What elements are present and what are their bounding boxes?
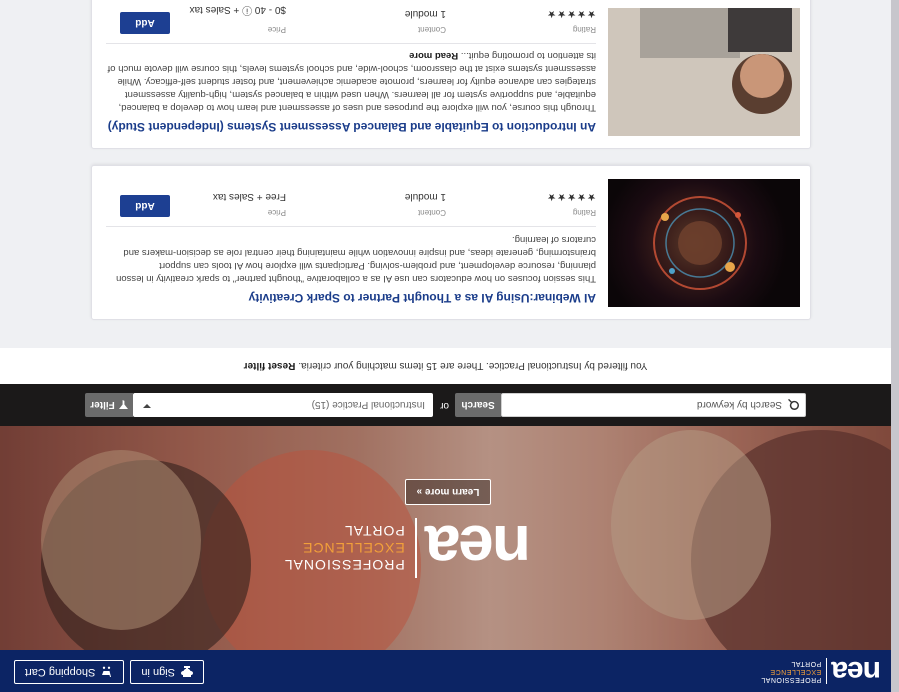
course-image (653, 196, 747, 290)
course-description-text: This session focuses on how educators ca… (116, 234, 596, 284)
brand-line-2: EXCELLENCE (770, 668, 822, 675)
page-root: nea PROFESSIONAL EXCELLENCE PORTAL Sign … (0, 0, 899, 692)
hero-line-1: PROFESSIONAL (283, 557, 405, 574)
filter-notice-text: You filtered by Instructional Practice. … (298, 360, 648, 372)
price-label: Price (267, 25, 286, 34)
course-content: Content 1 module (405, 191, 446, 218)
brand-divider (826, 658, 828, 684)
learn-more-button[interactable]: Learn more » (405, 479, 491, 505)
course-meta: Rating ★★★★★ Content 1 module Price Free… (106, 187, 596, 227)
course-content: Content 1 module (405, 8, 446, 35)
brand-logo[interactable]: nea PROFESSIONAL EXCELLENCE PORTAL (761, 655, 881, 688)
brand-words: PROFESSIONAL EXCELLENCE PORTAL (761, 659, 821, 683)
top-nav-buttons: Sign in Shopping Cart (14, 660, 204, 684)
brand-nea-text: nea (832, 655, 881, 688)
hero-words: PROFESSIONAL EXCELLENCE PORTAL (284, 523, 405, 574)
hero-banner: nea PROFESSIONAL EXCELLENCE PORTAL Learn… (0, 426, 891, 650)
filter-label: Filter (90, 399, 115, 411)
add-to-cart-button[interactable]: Add (120, 195, 170, 217)
course-list: AI Webinar:Using AI as a Thought Partner… (0, 0, 891, 348)
course-title[interactable]: AI Webinar:Using AI as a Thought Partner… (249, 291, 596, 305)
brand-line-1: PROFESSIONAL (760, 676, 822, 683)
hero-line-3: PORTAL (343, 523, 405, 540)
sign-in-label: Sign in (141, 666, 175, 678)
sign-in-button[interactable]: Sign in (130, 660, 204, 684)
hero-logo: nea PROFESSIONAL EXCELLENCE PORTAL (284, 512, 531, 584)
hero-nea-text: nea (426, 512, 531, 584)
content-label: Content (417, 208, 446, 217)
search-bar: Search by keyword Search or Instructiona… (0, 384, 891, 426)
course-description-text: Through this course, you will explore th… (107, 50, 596, 113)
read-more-link[interactable]: Read more (409, 50, 458, 61)
price-value: Free + Sales tax (212, 191, 286, 202)
filter-icon (118, 400, 128, 410)
course-thumbnail[interactable] (608, 179, 800, 307)
category-selected-value: Instructional Practice (15) (311, 399, 425, 411)
shopping-cart-button[interactable]: Shopping Cart (14, 660, 125, 684)
course-meta: Rating ★★★★★ Content 1 module Price $0 -… (106, 4, 596, 44)
hero-line-2: EXCELLENCE (302, 540, 405, 557)
cart-icon (102, 666, 114, 677)
chevron-down-icon (143, 404, 151, 408)
window-side-strip (891, 0, 899, 692)
rating-stars: ★★★★★ (546, 8, 596, 19)
rating-label: Rating (572, 208, 596, 217)
search-button[interactable]: Search (455, 393, 501, 417)
course-price: Price $0 - 40 ⓘ + Sales tax (190, 4, 286, 35)
course-description: Through this course, you will explore th… (106, 49, 596, 114)
trophy-icon (180, 666, 193, 677)
rating-stars: ★★★★★ (546, 191, 596, 202)
add-to-cart-button[interactable]: Add (120, 12, 170, 34)
hero-divider (414, 518, 417, 578)
price-value: $0 - 40 ⓘ + Sales tax (189, 4, 286, 15)
course-rating: Rating ★★★★★ (546, 8, 596, 35)
filter-button[interactable]: Filter (85, 393, 133, 417)
search-input[interactable]: Search by keyword (501, 393, 806, 417)
course-title[interactable]: An Introduction to Equitable and Balance… (108, 120, 596, 134)
course-image (608, 8, 800, 136)
search-icon (788, 399, 799, 411)
or-separator: or (440, 400, 449, 411)
search-placeholder: Search by keyword (696, 399, 782, 411)
course-price: Price Free + Sales tax (213, 191, 286, 218)
course-description: This session focuses on how educators ca… (106, 233, 596, 285)
price-label: Price (267, 208, 286, 217)
reset-filter-link[interactable]: Reset filter (244, 361, 296, 372)
content-value: 1 module (404, 191, 446, 202)
cart-label: Shopping Cart (25, 666, 96, 678)
top-navbar: nea PROFESSIONAL EXCELLENCE PORTAL Sign … (0, 650, 891, 692)
content-label: Content (417, 25, 446, 34)
main-area: nea PROFESSIONAL EXCELLENCE PORTAL Sign … (0, 0, 891, 692)
rating-label: Rating (572, 25, 596, 34)
content-value: 1 module (404, 8, 446, 19)
category-select[interactable]: Instructional Practice (15) (133, 393, 433, 417)
course-rating: Rating ★★★★★ (546, 191, 596, 218)
course-card: AI Webinar:Using AI as a Thought Partner… (91, 165, 811, 320)
filter-notice: You filtered by Instructional Practice. … (0, 348, 891, 384)
course-card: An Introduction to Equitable and Balance… (91, 0, 811, 149)
course-thumbnail[interactable] (608, 8, 800, 136)
brand-line-3: PORTAL (790, 660, 822, 667)
